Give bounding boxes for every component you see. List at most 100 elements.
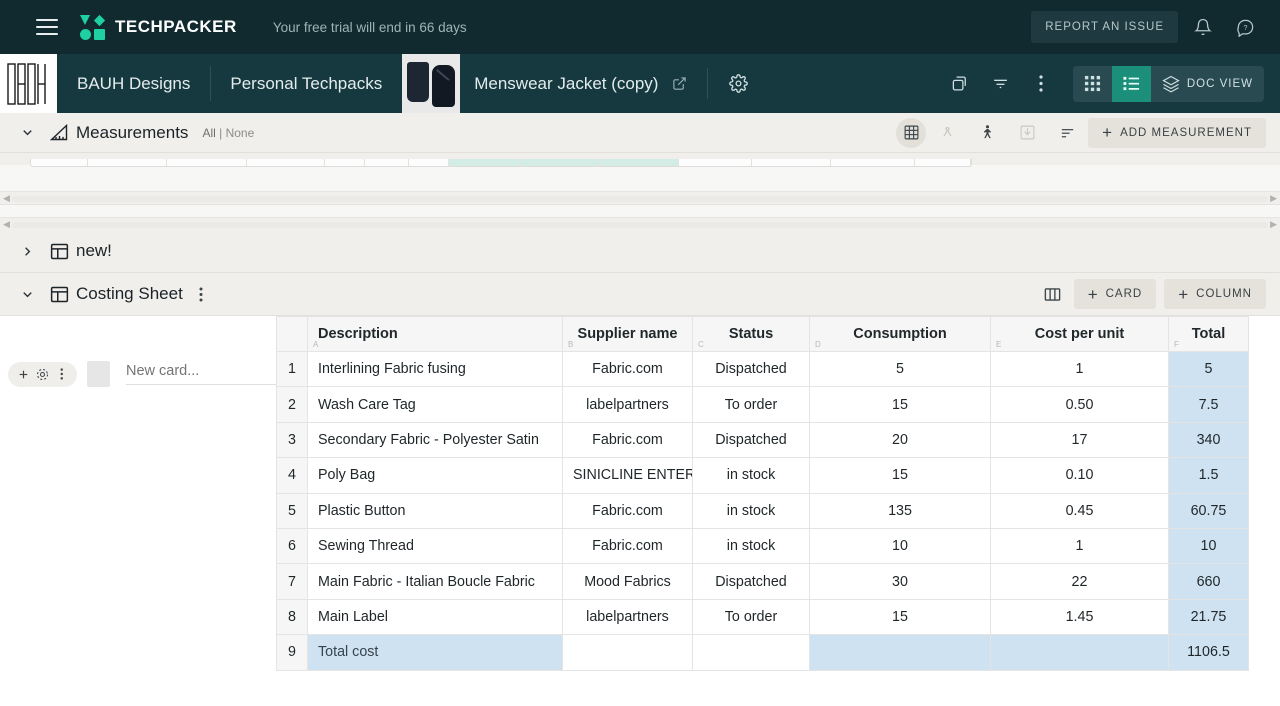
cell-cost-per-unit[interactable]: 1 (990, 527, 1169, 565)
table-row[interactable]: 1 Interlining Fabric fusing Fabric.com D… (276, 350, 1249, 388)
horizontal-scrollbar-inner[interactable]: ◀ ▶ (0, 191, 1280, 205)
column-header-status[interactable]: Status C (692, 316, 810, 352)
cell-description[interactable]: Poly Bag (307, 457, 563, 494)
cell-status[interactable]: Dispatched (692, 421, 810, 459)
notification-bell-icon[interactable] (1186, 10, 1220, 44)
list-view-button[interactable] (1111, 65, 1151, 102)
cell-cost-per-unit[interactable]: 1.45 (990, 598, 1169, 636)
cell-cost-per-unit[interactable]: 22 (990, 563, 1169, 600)
techpacker-logo-icon[interactable] (80, 14, 106, 40)
cell-supplier[interactable]: Fabric.com (562, 350, 693, 388)
columns-layout-icon[interactable] (1034, 279, 1072, 309)
cell-supplier[interactable]: Mood Fabrics (562, 563, 693, 600)
cell-total[interactable]: 660 (1168, 563, 1249, 600)
cell-cost-per-unit[interactable]: 0.50 (990, 386, 1169, 423)
cell-consumption[interactable]: 10 (809, 527, 991, 565)
hamburger-menu-icon[interactable] (36, 19, 58, 35)
cell-supplier[interactable]: labelpartners (562, 598, 693, 636)
cell-supplier[interactable]: labelpartners (562, 386, 693, 423)
grid-view-button[interactable] (1073, 66, 1112, 102)
cell-status[interactable]: To order (692, 598, 810, 636)
cell-consumption[interactable] (809, 634, 991, 671)
cell-description[interactable]: Secondary Fabric - Polyester Satin (307, 421, 563, 459)
add-measurement-button[interactable]: + ADD MEASUREMENT (1088, 117, 1266, 148)
pose-points-icon[interactable] (928, 118, 966, 148)
cell-total[interactable]: 21.75 (1168, 598, 1249, 636)
scroll-left-arrow-icon[interactable]: ◀ (3, 193, 10, 204)
cell-consumption[interactable]: 30 (809, 563, 991, 600)
cell-total[interactable]: 5 (1168, 350, 1249, 388)
cell-description[interactable]: Main Fabric - Italian Boucle Fabric (307, 563, 563, 600)
cell-total[interactable]: 60.75 (1168, 492, 1249, 529)
table-row[interactable]: 3 Secondary Fabric - Polyester Satin Fab… (276, 421, 1249, 459)
horizontal-scrollbar-outer[interactable]: ◀ ▶ (0, 217, 1280, 231)
body-pose-icon[interactable] (968, 118, 1006, 148)
cell-supplier[interactable]: Fabric.com (562, 527, 693, 565)
sort-icon[interactable] (1048, 118, 1086, 148)
cell-description[interactable]: Sewing Thread (307, 527, 563, 565)
breadcrumb-folder[interactable]: Personal Techpacks (210, 54, 402, 113)
table-row[interactable]: 4 Poly Bag SINICLINE ENTERPRISE in stock… (276, 457, 1249, 494)
more-vertical-icon[interactable] (1023, 66, 1059, 102)
cell-supplier[interactable]: Fabric.com (562, 492, 693, 529)
scroll-right-arrow-icon[interactable]: ▶ (1270, 219, 1277, 230)
report-an-issue-button[interactable]: REPORT AN ISSUE (1031, 11, 1178, 43)
cell-description[interactable]: Wash Care Tag (307, 386, 563, 423)
cell-supplier[interactable]: Fabric.com (562, 421, 693, 459)
cell-consumption[interactable]: 15 (809, 598, 991, 636)
cell-grand-total[interactable]: 1106.5 (1168, 634, 1249, 671)
add-card-button[interactable]: + CARD (1073, 279, 1157, 309)
column-header-consumption[interactable]: Consumption D (809, 316, 991, 352)
scroll-right-arrow-icon[interactable]: ▶ (1270, 193, 1277, 204)
gear-icon[interactable] (33, 367, 52, 382)
download-icon[interactable] (1008, 118, 1046, 148)
cell-status[interactable]: in stock (692, 527, 810, 565)
cell-status[interactable]: Dispatched (692, 563, 810, 600)
cell-consumption[interactable]: 5 (809, 350, 991, 388)
cell-cost-per-unit[interactable]: 1 (990, 350, 1169, 388)
breadcrumb-techpack[interactable]: Menswear Jacket (copy) (402, 54, 707, 113)
new-card-input[interactable] (126, 363, 276, 385)
cell-status[interactable] (692, 634, 810, 671)
cell-total-label[interactable]: Total cost (307, 634, 563, 671)
card-thumbnail-placeholder[interactable] (87, 361, 110, 387)
cell-description[interactable]: Main Label (307, 598, 563, 636)
techpack-settings-gear-icon[interactable] (707, 54, 770, 113)
column-header-cost-per-unit[interactable]: Cost per unit E (990, 316, 1169, 352)
select-all-link[interactable]: All (202, 126, 215, 140)
column-header-total[interactable]: Total F (1168, 316, 1249, 352)
cell-description[interactable]: Plastic Button (307, 492, 563, 529)
table-row[interactable]: 2 Wash Care Tag labelpartners To order 1… (276, 386, 1249, 423)
external-link-icon[interactable] (672, 76, 687, 91)
copy-pages-icon[interactable] (943, 66, 979, 102)
bauh-logo[interactable] (0, 54, 57, 113)
cell-status[interactable]: in stock (692, 457, 810, 494)
table-total-row[interactable]: 9 Total cost 1106.5 (276, 634, 1249, 671)
cell-total[interactable]: 340 (1168, 421, 1249, 459)
cell-total[interactable]: 1.5 (1168, 457, 1249, 494)
select-none-link[interactable]: None (226, 126, 255, 140)
cell-total[interactable]: 10 (1168, 527, 1249, 565)
cell-status[interactable]: in stock (692, 492, 810, 529)
column-header-description[interactable]: Description A (307, 316, 563, 352)
section-header-new[interactable]: new! (0, 230, 1280, 273)
cell-consumption[interactable]: 15 (809, 457, 991, 494)
filter-icon[interactable] (983, 66, 1019, 102)
add-column-button[interactable]: + COLUMN (1164, 279, 1266, 309)
costing-collapse-chevron-down-icon[interactable] (12, 287, 42, 302)
column-header-supplier[interactable]: Supplier name B (562, 316, 693, 352)
new-expand-chevron-right-icon[interactable] (12, 244, 42, 259)
cell-description[interactable]: Interlining Fabric fusing (307, 350, 563, 388)
table-row[interactable]: 7 Main Fabric - Italian Boucle Fabric Mo… (276, 563, 1249, 600)
cell-consumption[interactable]: 15 (809, 386, 991, 423)
plus-icon[interactable] (14, 368, 33, 381)
table-grid-icon[interactable] (896, 117, 927, 148)
table-row[interactable]: 5 Plastic Button Fabric.com in stock 135… (276, 492, 1249, 529)
cell-status[interactable]: Dispatched (692, 350, 810, 388)
table-row[interactable]: 8 Main Label labelpartners To order 15 1… (276, 598, 1249, 636)
cell-consumption[interactable]: 135 (809, 492, 991, 529)
cell-cost-per-unit[interactable]: 0.10 (990, 457, 1169, 494)
cell-supplier[interactable] (562, 634, 693, 671)
scroll-left-arrow-icon[interactable]: ◀ (3, 219, 10, 230)
table-row[interactable]: 6 Sewing Thread Fabric.com in stock 10 1… (276, 527, 1249, 565)
